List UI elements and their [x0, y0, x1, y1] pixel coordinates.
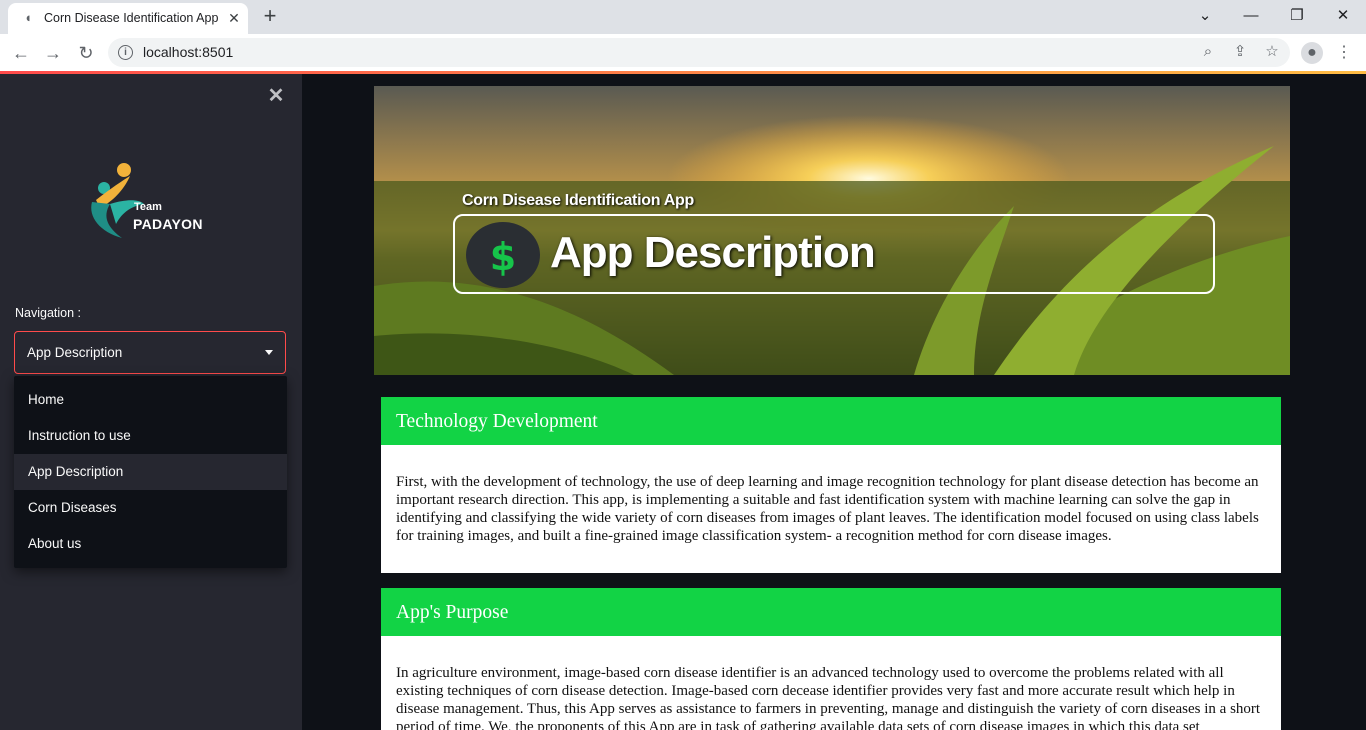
- back-icon[interactable]: ←: [9, 41, 33, 65]
- navigation-selected-value[interactable]: App Description: [27, 345, 122, 360]
- svg-text:$: $: [490, 235, 516, 279]
- caret-down-icon[interactable]: [265, 350, 273, 355]
- navigation-label: Navigation :: [15, 306, 82, 320]
- nav-option-corn-diseases[interactable]: Corn Diseases: [14, 490, 287, 526]
- nav-option-app-description[interactable]: App Description: [14, 454, 287, 490]
- forward-icon[interactable]: →: [41, 41, 65, 65]
- browser-tab[interactable]: ◖ Corn Disease Identification App ✕: [8, 3, 248, 34]
- section-title: App's Purpose: [396, 602, 509, 623]
- banner-title: App Description: [550, 228, 876, 277]
- corn-favicon-icon: ◖: [24, 10, 32, 25]
- section-header: App's Purpose: [381, 588, 1281, 636]
- zoom-icon[interactable]: ⌕: [1198, 42, 1218, 62]
- nav-option-label: App Description: [28, 464, 124, 479]
- minimize-icon[interactable]: —: [1228, 2, 1274, 30]
- navigation-select[interactable]: App Description: [14, 331, 286, 374]
- browser-tab-bar: ◖ Corn Disease Identification App ✕ + ⌄ …: [0, 0, 1366, 34]
- section-card-purpose: App's Purpose In agriculture environment…: [381, 588, 1281, 730]
- section-header: Technology Development: [381, 397, 1281, 445]
- nav-option-instruction[interactable]: Instruction to use: [14, 418, 287, 454]
- menu-kebab-icon[interactable]: ⋮: [1331, 40, 1357, 66]
- new-tab-button[interactable]: +: [258, 5, 282, 29]
- url-text[interactable]: localhost:8501: [143, 44, 233, 60]
- reload-icon[interactable]: ↻: [74, 41, 98, 65]
- logo-team-text: Team: [134, 201, 162, 213]
- nav-option-label: Corn Diseases: [28, 500, 117, 515]
- bookmark-star-icon[interactable]: ☆: [1262, 42, 1282, 62]
- share-icon[interactable]: ⇪: [1230, 42, 1250, 62]
- nav-option-label: About us: [28, 536, 82, 551]
- banner-subtitle: Corn Disease Identification App: [462, 192, 694, 209]
- logo-padayon-text: PADAYON: [133, 216, 203, 232]
- nav-option-about-us[interactable]: About us: [14, 526, 287, 562]
- tab-search-chevron-icon[interactable]: ⌄: [1182, 2, 1228, 30]
- section-title: Technology Development: [396, 411, 598, 432]
- tab-title: Corn Disease Identification App: [44, 11, 219, 25]
- nav-option-label: Instruction to use: [28, 428, 131, 443]
- section-body-text: In agriculture environment, image-based …: [396, 665, 1261, 730]
- site-info-icon[interactable]: i: [118, 45, 133, 60]
- nav-option-label: Home: [28, 392, 65, 407]
- section-body-text: First, with the development of technolog…: [396, 474, 1259, 544]
- close-window-icon[interactable]: ✕: [1320, 2, 1366, 30]
- restore-icon[interactable]: ❐: [1274, 2, 1320, 30]
- address-bar[interactable]: i localhost:8501 ⌕ ⇪ ☆: [108, 38, 1290, 67]
- section-card-technology: Technology Development First, with the d…: [381, 397, 1281, 573]
- profile-avatar-icon[interactable]: ●: [1301, 42, 1323, 64]
- navigation-dropdown-menu: Home Instruction to use App Description …: [14, 376, 287, 568]
- tab-close-icon[interactable]: ✕: [224, 8, 244, 28]
- banner-app-icon: $: [466, 222, 540, 288]
- nav-option-home[interactable]: Home: [14, 382, 287, 418]
- sidebar: ✕ Team PADAYON Navigation : App Descript…: [0, 74, 302, 730]
- sidebar-close-icon[interactable]: ✕: [266, 86, 286, 106]
- dollar-circuit-icon: $: [490, 235, 516, 279]
- browser-toolbar: ← → ↻ i localhost:8501 ⌕ ⇪ ☆ ● ⋮: [0, 34, 1366, 72]
- header-banner-image: Corn Disease Identification App $ App De…: [374, 86, 1290, 375]
